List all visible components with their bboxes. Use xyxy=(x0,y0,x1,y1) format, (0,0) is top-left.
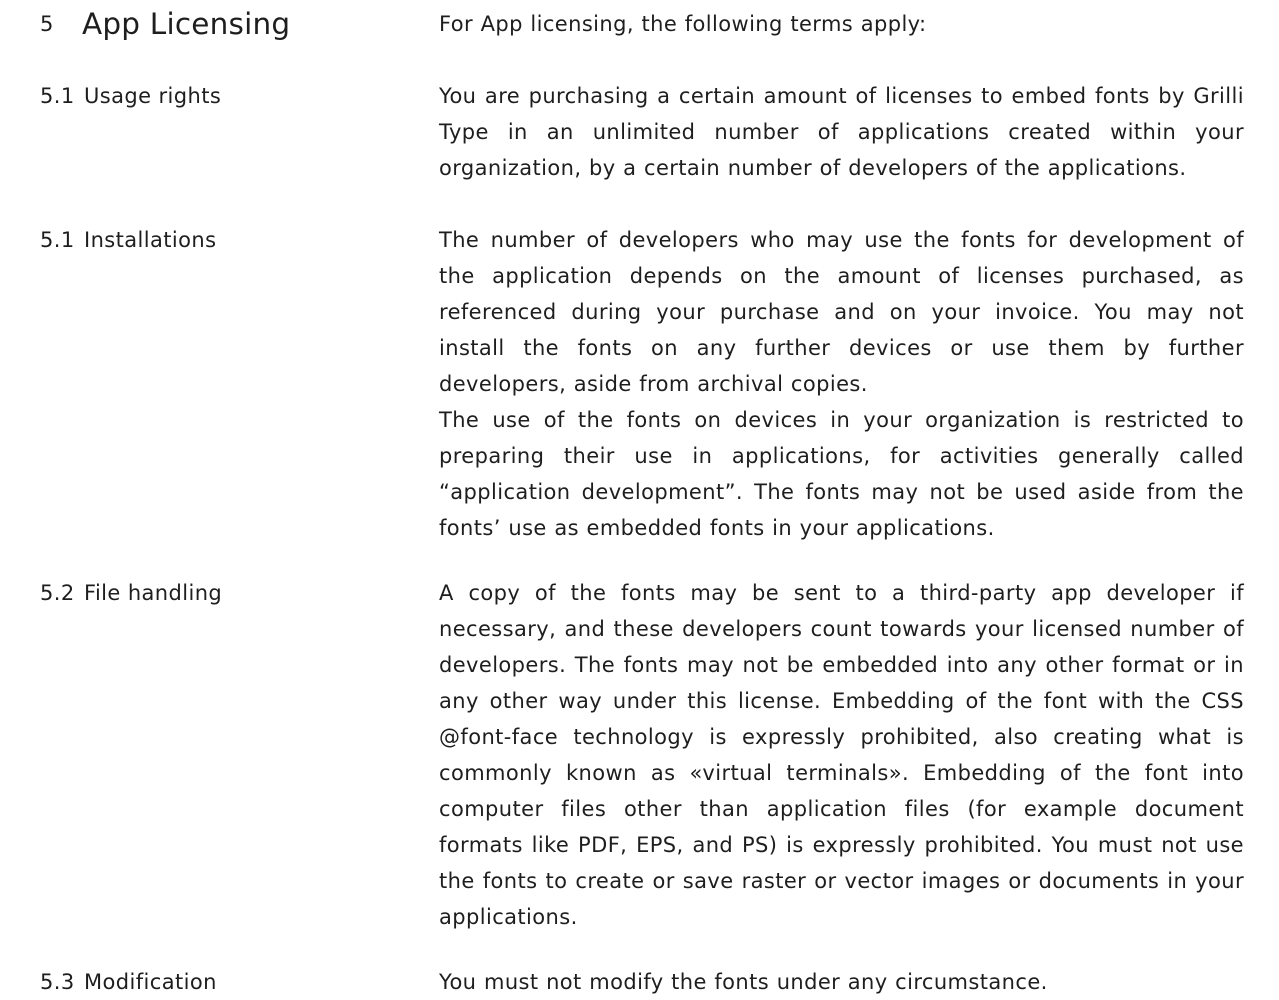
clause-paragraph: The number of developers who may use the… xyxy=(439,228,1244,396)
clause-body: The number of developers who may use the… xyxy=(439,222,1244,546)
license-document-page: 5 App Licensing For App licensing, the f… xyxy=(0,0,1279,1000)
clause-number: 5.2 xyxy=(40,581,75,605)
clause-paragraph: You must not modify the fonts under any … xyxy=(439,970,1048,994)
clause-body: You are purchasing a certain amount of l… xyxy=(439,78,1244,186)
clause-body: You must not modify the fonts under any … xyxy=(439,964,1244,1000)
clause-number: 5.3 xyxy=(40,970,75,994)
section-number: 5 xyxy=(40,12,54,36)
section-title: App Licensing xyxy=(82,7,291,41)
clause-label: Modification xyxy=(84,970,217,994)
clause-label: Installations xyxy=(84,228,217,252)
clause-number: 5.1 xyxy=(40,84,75,108)
clause-body: A copy of the fonts may be sent to a thi… xyxy=(439,575,1244,935)
section-intro: For App licensing, the following terms a… xyxy=(439,12,927,36)
clause-label: Usage rights xyxy=(84,84,222,108)
section-intro-block: For App licensing, the following terms a… xyxy=(439,6,1244,42)
clause-number: 5.1 xyxy=(40,228,75,252)
clause-paragraph: A copy of the fonts may be sent to a thi… xyxy=(439,581,1244,929)
clause-paragraph: You are purchasing a certain amount of l… xyxy=(439,84,1244,180)
clause-paragraph: The use of the fonts on devices in your … xyxy=(439,408,1244,540)
clause-label: File handling xyxy=(84,581,223,605)
